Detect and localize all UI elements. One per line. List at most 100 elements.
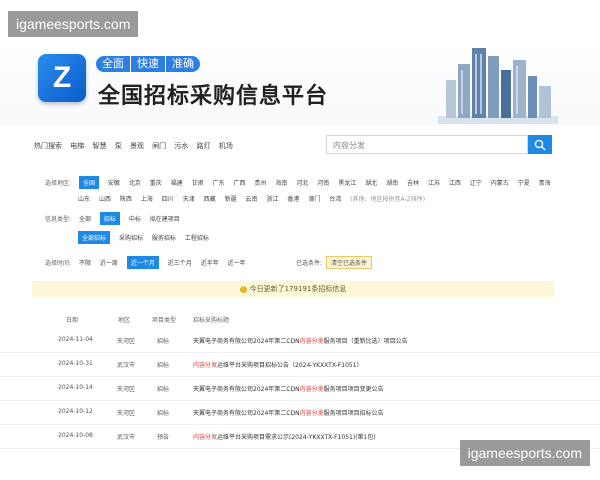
region-option[interactable]: 山西 (99, 194, 111, 203)
row-date: 2024-10-08 (58, 432, 93, 439)
region-option[interactable]: 甘肃 (192, 178, 204, 187)
region-option[interactable]: 宁夏 (518, 178, 530, 187)
region-option[interactable]: 四川 (162, 194, 174, 203)
region-option[interactable]: 河南 (317, 178, 329, 187)
hot-search-label: 热门搜索 (34, 142, 62, 150)
row-type: 招标 (157, 338, 170, 345)
row-region: 武汉市 (117, 434, 136, 441)
region-option[interactable]: 辽宁 (470, 178, 482, 187)
search-icon (534, 139, 546, 151)
selected-conditions-label: 已选条件: (296, 260, 323, 267)
row-title-suffix: 服务项目项目招标公告 (323, 410, 384, 417)
region-option[interactable]: 吉林 (407, 178, 419, 187)
hot-search-item[interactable]: 景观 (130, 142, 144, 150)
hot-search-item[interactable]: 污水 (174, 142, 188, 150)
type-sub-option[interactable]: 服务招标 (152, 233, 176, 242)
region-option[interactable]: 西藏 (204, 194, 216, 203)
search-button[interactable] (528, 135, 552, 154)
region-option[interactable]: 香港 (287, 194, 299, 203)
region-option[interactable]: 台湾 (329, 194, 341, 203)
time-option[interactable]: 近三个月 (168, 258, 192, 267)
region-option[interactable]: 澳门 (308, 194, 320, 203)
region-option[interactable]: 安徽 (108, 178, 120, 187)
time-option[interactable]: 近一年 (228, 258, 246, 267)
row-title-link[interactable]: 内容分发运维平台采购项目招标公告（2024-YKXXTX-F1051） (193, 360, 363, 369)
type-option[interactable]: 全部 (79, 214, 91, 223)
time-option[interactable]: 近一个月 (126, 256, 159, 269)
row-title-highlight: 内容分发 (299, 410, 324, 417)
region-option[interactable]: 全国 (78, 176, 99, 189)
site-logo-icon[interactable]: Z (38, 54, 86, 102)
table-row[interactable]: 2024-10-14 天河区 招标 天翼电子商务有限公司2024年第二CDN内容… (0, 376, 600, 401)
region-option[interactable]: 云南 (246, 194, 258, 203)
region-option[interactable]: 新疆 (225, 194, 237, 203)
region-option[interactable]: 上海 (141, 194, 153, 203)
time-option[interactable]: 近一周 (100, 258, 118, 267)
update-banner: ! 今日更新了179191条招标信息 (32, 281, 554, 297)
time-option[interactable]: 近半年 (201, 258, 219, 267)
row-title-suffix: 运维平台采购项目招标公告（2024-YKXXTX-F1051） (217, 362, 363, 369)
brand-tag: 快速 (131, 56, 166, 72)
region-option[interactable]: 山东 (78, 194, 90, 203)
region-option[interactable]: 广东 (213, 178, 225, 187)
time-filter-label: 选择时间: (45, 260, 72, 267)
type-option[interactable]: 招标 (99, 212, 120, 225)
col-header-region: 地区 (118, 317, 131, 324)
type-option[interactable]: 中标 (129, 214, 141, 223)
type-sub-option[interactable]: 采购招标 (119, 233, 143, 242)
region-option[interactable]: 福建 (171, 178, 183, 187)
hot-search-item[interactable]: 机场 (219, 142, 233, 150)
region-option[interactable]: 浙江 (266, 194, 278, 203)
search-input[interactable]: 内容分发 (326, 135, 528, 154)
region-filter-row-1: 选择地区: 全国 安徽 北京 重庆 福建 甘肃 广东 广西 贵州 海南 河北 河… (45, 176, 558, 189)
row-title-link[interactable]: 天翼电子商务有限公司2024年第二CDN内容分发服务项目（重新比选）项目公告 (193, 336, 408, 345)
col-header-date: 日期 (66, 317, 79, 324)
hot-search-item[interactable]: 闸门 (152, 142, 166, 150)
region-option[interactable]: 河北 (296, 178, 308, 187)
region-option[interactable]: 黑龙江 (338, 178, 356, 187)
region-option[interactable]: 海南 (275, 178, 287, 187)
hot-search-item[interactable]: 智慧 (92, 142, 106, 150)
table-row[interactable]: 2024-10-12 天河区 招标 天翼电子商务有限公司2024年第二CDN内容… (0, 400, 600, 425)
update-banner-text: 今日更新了179191条招标信息 (249, 285, 347, 293)
type-sub-option[interactable]: 全部招标 (78, 231, 111, 244)
region-option[interactable]: 北京 (129, 178, 141, 187)
region-filter-row-2: 山东 山西 陕西 上海 四川 天津 西藏 新疆 云南 浙江 香港 澳门 台湾 (… (78, 194, 425, 203)
region-option[interactable]: 内蒙古 (491, 178, 509, 187)
hot-search-item[interactable]: 电梯 (70, 142, 84, 150)
type-sub-option[interactable]: 工程招标 (185, 233, 209, 242)
row-title-highlight: 内容分发 (193, 434, 218, 441)
hot-search-item[interactable]: 泵 (115, 142, 122, 150)
region-option[interactable]: 天津 (183, 194, 195, 203)
row-title-suffix: 服务项目（重新比选）项目公告 (323, 338, 408, 345)
region-option[interactable]: 湖北 (365, 178, 377, 187)
region-option[interactable]: 重庆 (150, 178, 162, 187)
info-icon: ! (239, 285, 247, 293)
row-region: 天河区 (117, 386, 136, 393)
table-row[interactable]: 2024-11-04 天河区 招标 天翼电子商务有限公司2024年第二CDN内容… (0, 328, 600, 353)
type-option[interactable]: 拟在建项目 (150, 214, 180, 223)
row-title-link[interactable]: 天翼电子商务有限公司2024年第二CDN内容分发服务项目项目招标公告 (193, 408, 384, 417)
row-title-link[interactable]: 天翼电子商务有限公司2024年第二CDN内容分发服务项目项目变更公告 (193, 384, 384, 393)
region-option[interactable]: 江苏 (428, 178, 440, 187)
row-title-link[interactable]: 内容分发运维平台采购项目需求公示(2024-YKXXTX-F1051)(第1包) (193, 432, 376, 441)
region-option[interactable]: 湖南 (386, 178, 398, 187)
hot-search-item[interactable]: 路灯 (197, 142, 211, 150)
row-date: 2024-10-12 (58, 408, 93, 415)
row-title-suffix: 服务项目项目变更公告 (323, 386, 384, 393)
type-filter-label: 信息类型: (45, 216, 72, 223)
region-option[interactable]: 贵州 (254, 178, 266, 187)
clear-conditions-button[interactable]: 清空已选条件 (326, 256, 373, 269)
region-option[interactable]: 陕西 (120, 194, 132, 203)
table-row[interactable]: 2024-10-31 武汉市 招标 内容分发运维平台采购项目招标公告（2024-… (0, 352, 600, 377)
row-region: 天河区 (117, 338, 136, 345)
type-subfilter-row: 全部招标 采购招标 服务招标 工程招标 (78, 231, 216, 244)
region-option[interactable]: 广西 (234, 178, 246, 187)
row-title-suffix: 运维平台采购项目需求公示(2024-YKXXTX-F1051)(第1包) (217, 434, 376, 441)
region-option[interactable]: 青海 (539, 178, 551, 187)
row-date: 2024-10-14 (58, 384, 93, 391)
hot-search-bar: 热门搜索 电梯 智慧 泵 景观 闸门 污水 路灯 机场 (34, 141, 239, 151)
region-option[interactable]: 江西 (449, 178, 461, 187)
site-title: 全国招标采购信息平台 (98, 84, 329, 109)
time-option[interactable]: 不限 (79, 258, 91, 267)
